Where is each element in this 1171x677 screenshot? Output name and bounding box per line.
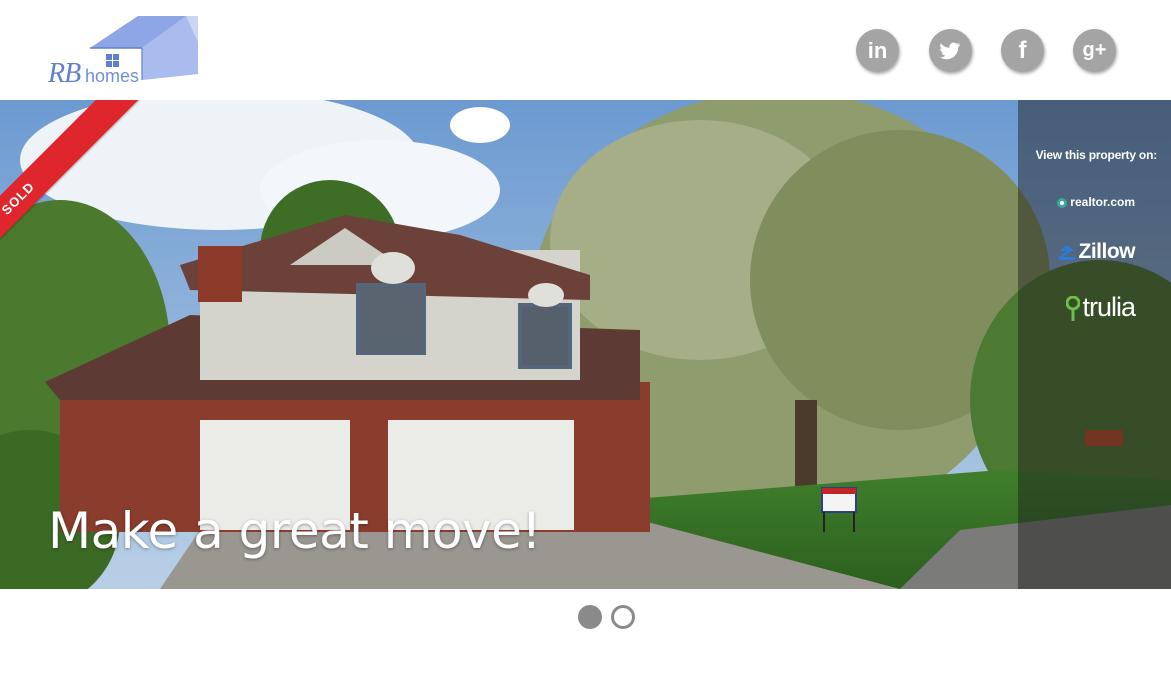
linkedin-button[interactable]: in xyxy=(856,29,899,72)
rb-homes-logo[interactable]: RB homes xyxy=(46,12,206,90)
listing-links-panel: View this property on: realtor.com Zillo… xyxy=(1018,100,1171,589)
linkedin-icon: in xyxy=(867,38,888,63)
hero-tagline: Make a great move! xyxy=(48,502,541,560)
trulia-label: trulia xyxy=(1082,292,1136,322)
logo-mark: RB xyxy=(48,58,81,89)
carousel-dot-1-active[interactable] xyxy=(578,605,602,629)
google-plus-button[interactable]: g+ xyxy=(1073,29,1116,72)
realtor-label: realtor.com xyxy=(1070,195,1135,209)
carousel-dot-2[interactable] xyxy=(611,605,635,629)
twitter-icon xyxy=(940,42,961,60)
zillow-link[interactable]: Zillow xyxy=(1057,240,1136,264)
site-header: RB homes in f g+ xyxy=(0,0,1171,99)
panel-title: View this property on: xyxy=(1035,148,1158,162)
google-plus-icon: g+ xyxy=(1082,39,1107,61)
facebook-icon: f xyxy=(1018,37,1027,64)
realtor-icon xyxy=(1057,197,1068,208)
trulia-icon xyxy=(1065,295,1081,321)
facebook-button[interactable]: f xyxy=(1001,29,1044,72)
zillow-label: Zillow xyxy=(1078,240,1136,263)
sold-ribbon: SOLD xyxy=(0,100,140,240)
twitter-button[interactable] xyxy=(929,29,972,72)
zillow-icon xyxy=(1058,245,1075,261)
sold-badge-label: SOLD xyxy=(0,178,38,218)
realtor-link[interactable]: realtor.com xyxy=(1056,195,1135,209)
trulia-link[interactable]: trulia xyxy=(1065,292,1136,323)
logo-wordmark: homes xyxy=(85,66,140,86)
hero-slider: SOLD Make a great move! View this proper… xyxy=(0,100,1171,589)
